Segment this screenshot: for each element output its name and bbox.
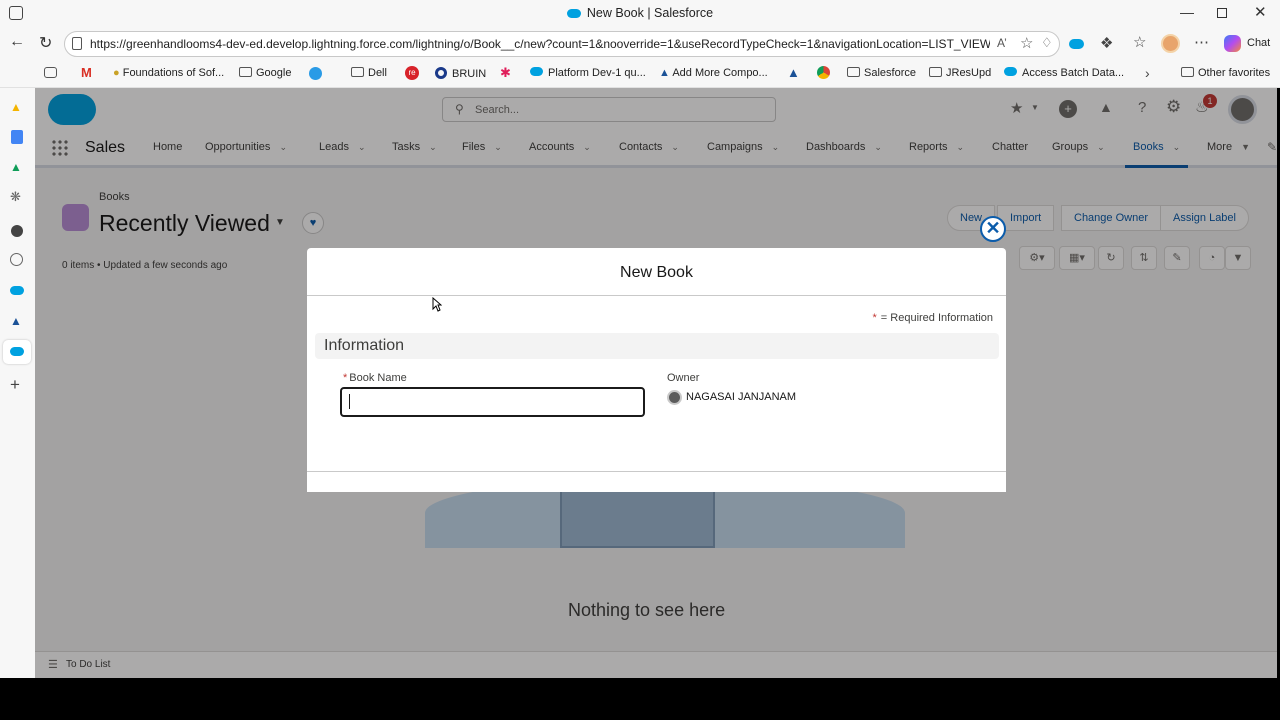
profile-avatar[interactable] xyxy=(1161,34,1180,53)
sidebar-add-icon[interactable]: + xyxy=(10,375,20,395)
text-caret xyxy=(349,394,350,409)
owner-avatar xyxy=(667,390,682,405)
bookmark-access-batch-data[interactable]: Access Batch Data... xyxy=(1004,67,1124,79)
minimize-icon[interactable]: — xyxy=(1180,4,1194,20)
owner-label: Owner xyxy=(667,372,700,384)
bookmarks-overflow-icon[interactable]: › xyxy=(1145,65,1150,81)
copilot-icon[interactable] xyxy=(1224,35,1241,52)
sidebar-chatgpt-icon[interactable]: ❋ xyxy=(10,189,21,205)
close-icon: ✕ xyxy=(985,218,1001,238)
required-information-note: * = Required Information xyxy=(872,312,993,324)
sidebar-docs-icon[interactable] xyxy=(11,130,23,144)
address-bar-row: ← ↻ https://greenhandlooms4-dev-ed.devel… xyxy=(0,28,1280,60)
bookmark-foundations[interactable]: ● Foundations of Sof... xyxy=(113,67,224,79)
edge-sidebar: ▲ ▲ ❋ ▲ + xyxy=(0,88,35,678)
back-icon[interactable]: ← xyxy=(9,33,25,51)
book-name-label: * Book Name xyxy=(343,372,407,384)
sidebar-salesforce-icon[interactable] xyxy=(10,286,24,295)
sidebar-globe-icon[interactable] xyxy=(10,253,23,266)
address-bar[interactable]: https://greenhandlooms4-dev-ed.develop.l… xyxy=(64,31,1060,57)
salesforce-cloud-icon xyxy=(566,9,581,19)
bookmark-add-more-components[interactable]: ▲ Add More Compo... xyxy=(659,67,768,79)
book-name-input[interactable] xyxy=(340,387,645,417)
refresh-icon[interactable]: ↻ xyxy=(39,33,52,53)
read-aloud-icon[interactable]: A’ xyxy=(997,36,1007,50)
browser-titlebar: New Book | Salesforce — ✕ xyxy=(0,0,1280,28)
bookmark-slack-icon[interactable]: ✱ xyxy=(500,65,511,81)
folder-icon xyxy=(929,67,942,77)
bookmark-re-icon[interactable]: re xyxy=(405,66,419,80)
favorites-icon[interactable]: ☆ xyxy=(1133,33,1146,51)
salesforce-extension-icon[interactable] xyxy=(1069,39,1084,49)
bookmark-salesforce[interactable]: Salesforce xyxy=(847,67,916,79)
modal-header: New Book xyxy=(307,248,1006,296)
required-star: * xyxy=(343,372,348,384)
sidebar-trailhead-icon[interactable]: ▲ xyxy=(10,314,22,328)
gmail-icon[interactable]: M xyxy=(81,65,92,80)
bookmark-trailhead-icon[interactable]: ▲ xyxy=(787,65,800,80)
tracking-bell-icon[interactable]: ♢ xyxy=(1041,35,1053,51)
close-window-icon[interactable]: ✕ xyxy=(1254,3,1267,21)
restore-icon[interactable] xyxy=(1217,8,1227,18)
new-book-modal: New Book * = Required Information Informa… xyxy=(307,248,1006,492)
owner-name-link[interactable]: NAGASAI JANJANAM xyxy=(686,391,796,403)
chat-button[interactable]: Chat xyxy=(1247,37,1270,49)
sidebar-salesforce-cloud-icon xyxy=(10,347,24,356)
bookmark-platform-dev[interactable]: Platform Dev-1 qu... xyxy=(530,67,646,79)
modal-title: New Book xyxy=(620,264,693,281)
bookmarks-bar: M ● Foundations of Sof... Google Dell re… xyxy=(0,60,1280,88)
folder-icon xyxy=(351,67,364,77)
bookmark-dell[interactable]: Dell xyxy=(351,67,387,79)
site-info-icon[interactable] xyxy=(72,37,82,50)
bookmark-chrome-icon[interactable] xyxy=(817,66,830,79)
salesforce-cloud-icon xyxy=(1004,67,1017,76)
required-star: * xyxy=(872,312,877,324)
bookmark-other-favorites[interactable]: Other favorites xyxy=(1181,67,1270,79)
extensions-icon[interactable]: ❖ xyxy=(1100,34,1113,52)
trailhead-icon: ▲ xyxy=(659,67,670,79)
folder-icon xyxy=(847,67,860,77)
bookmark-jresupd[interactable]: JResUpd xyxy=(929,67,991,79)
sidebar-github-icon[interactable] xyxy=(11,225,23,237)
folder-icon xyxy=(239,67,252,77)
salesforce-cloud-icon xyxy=(530,67,543,76)
collections-icon[interactable] xyxy=(44,67,57,78)
bruin-icon xyxy=(435,67,447,79)
folder-icon xyxy=(1181,67,1194,77)
bookmark-bruin[interactable]: BRUIN xyxy=(435,67,486,80)
modal-footer-divider xyxy=(307,471,1006,472)
bookmark-globe-icon[interactable] xyxy=(309,67,322,80)
window-title: New Book | Salesforce xyxy=(0,6,1280,20)
sidebar-drive-icon[interactable]: ▲ xyxy=(10,100,22,114)
more-menu-icon[interactable]: ⋯ xyxy=(1194,33,1209,51)
bookmark-pin-icon: ● xyxy=(113,67,120,79)
section-title: Information xyxy=(324,337,405,354)
favorite-star-icon[interactable]: ☆ xyxy=(1020,34,1033,52)
section-information[interactable]: Information xyxy=(315,333,999,359)
close-modal-button[interactable]: ✕ xyxy=(980,216,1006,242)
sidebar-drive2-icon[interactable]: ▲ xyxy=(10,160,22,174)
bookmark-google[interactable]: Google xyxy=(239,67,291,79)
url-text[interactable]: https://greenhandlooms4-dev-ed.develop.l… xyxy=(90,37,990,51)
mouse-cursor xyxy=(432,297,442,312)
